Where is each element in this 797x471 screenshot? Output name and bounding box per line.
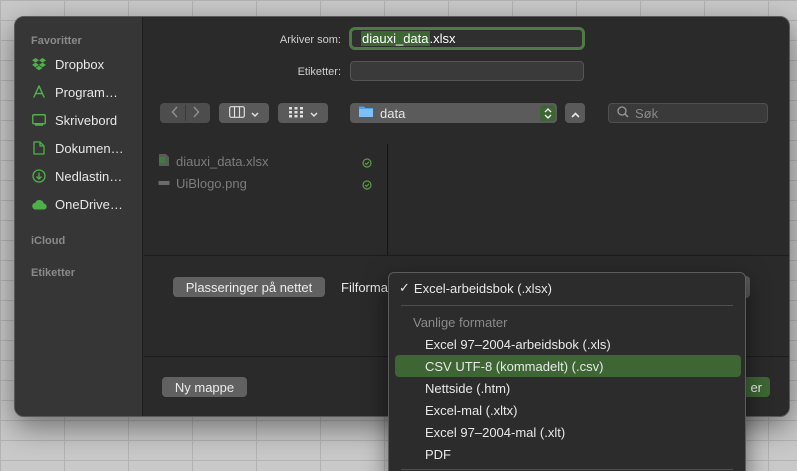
new-folder-button[interactable]: Ny mappe	[162, 377, 247, 397]
chevron-down-icon	[251, 106, 259, 121]
menu-separator	[401, 305, 733, 306]
sidebar-item-label: Dokumen…	[55, 140, 124, 156]
sidebar-tags-header: Etiketter	[31, 267, 76, 279]
search-placeholder: Søk	[635, 105, 659, 121]
search-icon	[617, 105, 629, 121]
sidebar-item-label: Dropbox	[55, 56, 105, 72]
online-locations-button[interactable]: Plasseringer på nettet	[173, 277, 325, 297]
tags-input[interactable]	[350, 61, 584, 81]
search-field[interactable]: Søk	[608, 103, 768, 123]
forward-arrow-icon[interactable]	[192, 105, 200, 121]
filename-selected-text: diauxi_data	[361, 31, 430, 46]
chevron-up-icon	[570, 106, 580, 121]
sidebar-item-downloads[interactable]: Nedlastin…	[31, 165, 141, 187]
columns-view-icon	[229, 105, 245, 121]
sidebar: Favoritter Dropbox Program… Skrivebord D…	[15, 17, 143, 416]
file-row[interactable]: UiBlogo.png	[158, 173, 378, 193]
checkmark-icon: ✓	[399, 280, 410, 295]
file-name: diauxi_data.xlsx	[176, 153, 269, 169]
updown-chevron-icon	[540, 105, 555, 121]
sidebar-icloud-header: iCloud	[31, 235, 66, 247]
back-arrow-icon[interactable]	[170, 105, 179, 121]
desktop-icon	[31, 112, 47, 128]
save-as-label: Arkiver som:	[279, 34, 341, 46]
menu-item-htm[interactable]: Nettside (.htm)	[395, 377, 741, 399]
status-check-icon	[362, 178, 372, 193]
file-name: UiBlogo.png	[176, 175, 247, 191]
menu-item-label: Excel-arbeidsbok (.xlsx)	[413, 280, 552, 296]
collapse-button[interactable]	[565, 103, 585, 123]
dropbox-icon	[31, 56, 47, 72]
toolbar-divider	[184, 105, 186, 121]
sidebar-item-label: OneDrive…	[55, 196, 123, 212]
grid-icon	[288, 106, 304, 121]
chevron-down-icon	[310, 106, 318, 121]
sidebar-item-onedrive[interactable]: OneDrive…	[31, 193, 141, 215]
menu-item-pdf[interactable]: PDF	[395, 443, 741, 465]
download-icon	[31, 168, 47, 184]
filename-input[interactable]: diauxi_data .xlsx	[349, 27, 585, 50]
sidebar-item-label: Program…	[55, 84, 118, 100]
file-row[interactable]: diauxi_data.xlsx	[158, 151, 378, 171]
sidebar-item-desktop[interactable]: Skrivebord	[31, 109, 141, 131]
document-icon	[31, 140, 47, 156]
column-browser	[389, 144, 789, 256]
location-popup[interactable]: data	[350, 103, 557, 123]
tags-label: Etiketter:	[297, 66, 341, 78]
applications-icon	[31, 84, 47, 100]
sidebar-item-label: Skrivebord	[55, 112, 118, 128]
location-label: data	[380, 105, 406, 121]
menu-item-xlsx[interactable]: ✓ Excel-arbeidsbok (.xlsx)	[395, 277, 741, 299]
sidebar-item-label: Nedlastin…	[55, 168, 123, 184]
file-list: diauxi_data.xlsx UiBlogo.png	[144, 144, 388, 256]
back-forward-group	[160, 103, 210, 123]
image-file-icon	[158, 176, 170, 191]
menu-item-csv-utf8[interactable]: CSV UTF-8 (kommadelt) (.csv)	[395, 355, 741, 377]
sidebar-favorites-header: Favoritter	[31, 35, 82, 47]
menu-separator	[401, 469, 733, 470]
menu-item-xls[interactable]: Excel 97–2004-arbeidsbok (.xls)	[395, 333, 741, 355]
sidebar-item-documents[interactable]: Dokumen…	[31, 137, 141, 159]
cloud-icon	[31, 196, 47, 212]
group-button[interactable]	[278, 103, 328, 123]
status-check-icon	[362, 156, 372, 171]
folder-icon	[358, 105, 374, 121]
menu-item-xltx[interactable]: Excel-mal (.xltx)	[395, 399, 741, 421]
sidebar-item-dropbox[interactable]: Dropbox	[31, 53, 141, 75]
view-mode-button[interactable]	[219, 103, 269, 123]
menu-section-header: Vanlige formater	[413, 314, 508, 330]
menu-item-xlt[interactable]: Excel 97–2004-mal (.xlt)	[395, 421, 741, 443]
filename-extension: .xlsx	[429, 31, 456, 46]
file-format-menu: ✓ Excel-arbeidsbok (.xlsx) Vanlige forma…	[388, 272, 746, 471]
spreadsheet-file-icon	[158, 153, 170, 170]
sidebar-item-applications[interactable]: Program…	[31, 81, 141, 103]
options-divider-top	[144, 255, 789, 256]
